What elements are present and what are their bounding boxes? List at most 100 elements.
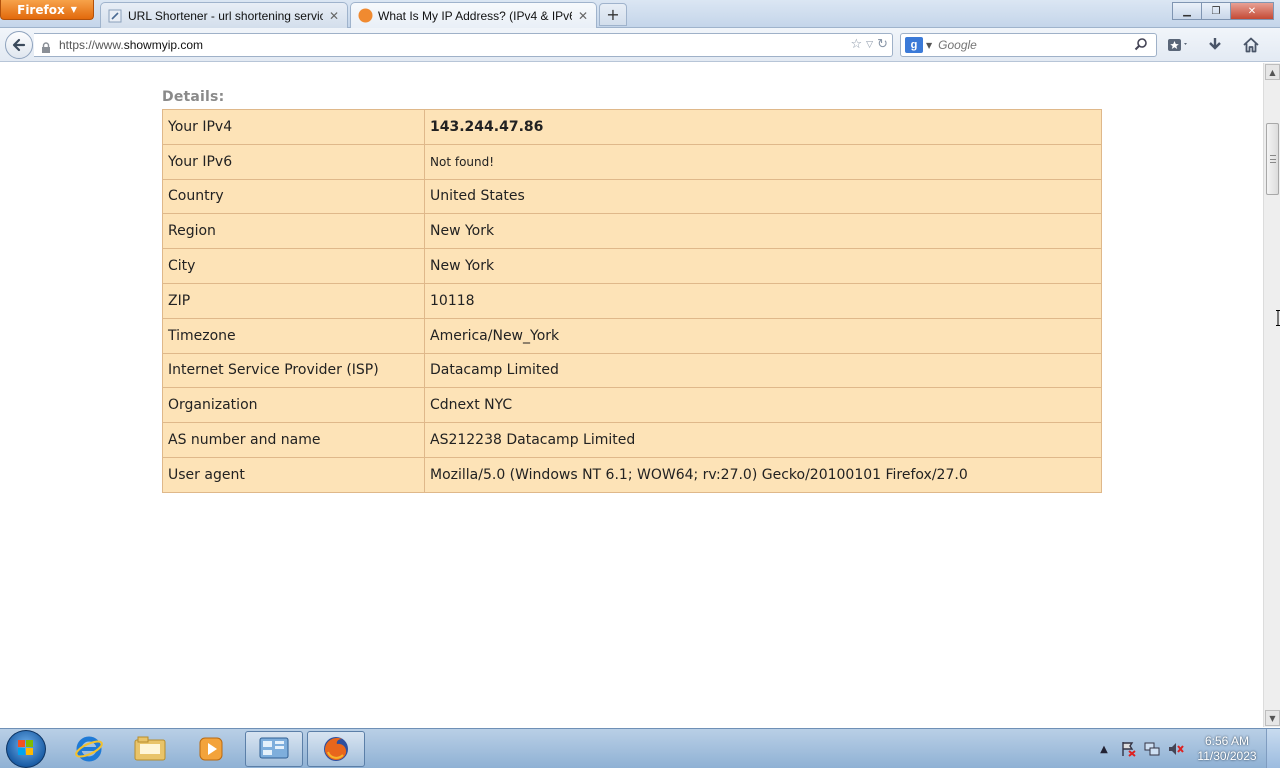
downloads-button[interactable] xyxy=(1202,34,1228,56)
home-button[interactable] xyxy=(1238,34,1264,56)
scrollbar-thumb[interactable] xyxy=(1266,123,1279,195)
minimize-button[interactable]: ▁ xyxy=(1172,2,1202,20)
close-window-button[interactable]: ✕ xyxy=(1230,2,1274,20)
row-key: User agent xyxy=(162,456,425,493)
link-icon xyxy=(107,8,123,24)
row-key: Country xyxy=(162,178,425,215)
ipv6-value: Not found! xyxy=(424,143,1102,180)
table-row: Region New York xyxy=(162,213,1102,250)
orange-circle-icon xyxy=(357,8,373,24)
toolbar-icons xyxy=(1166,34,1264,56)
minimize-icon: ▁ xyxy=(1183,5,1191,17)
table-row: Country United States xyxy=(162,178,1102,215)
row-key: Region xyxy=(162,213,425,250)
google-icon[interactable]: g xyxy=(905,37,923,53)
firefox-icon xyxy=(324,737,348,761)
row-key: Timezone xyxy=(162,317,425,354)
row-key: Your IPv4 xyxy=(162,109,425,145)
restore-icon: ❐ xyxy=(1211,5,1221,17)
row-key: ZIP xyxy=(162,282,425,319)
system-tray: ▲ 6:56 AM 11/30/2023 xyxy=(1092,729,1280,768)
row-value: Mozilla/5.0 (Windows NT 6.1; WOW64; rv:2… xyxy=(424,456,1102,493)
clock-time: 6:56 AM xyxy=(1204,734,1250,748)
new-tab-button[interactable]: + xyxy=(599,3,627,26)
taskbar-media-player[interactable] xyxy=(182,731,240,767)
show-hidden-icons-button[interactable]: ▲ xyxy=(1092,739,1116,759)
url-bar[interactable]: https://www.showmyip.com ☆ ▽ ↻ xyxy=(34,33,893,57)
clock[interactable]: 6:56 AM 11/30/2023 xyxy=(1188,734,1266,764)
row-value: 10118 xyxy=(424,282,1102,319)
search-bar[interactable]: g ▼ xyxy=(900,33,1157,57)
windows-taskbar: ▲ 6:56 AM 11/30/2023 xyxy=(0,728,1280,768)
table-row: Timezone America/New_York xyxy=(162,317,1102,354)
row-key: City xyxy=(162,248,425,284)
show-desktop-button[interactable] xyxy=(1266,729,1280,768)
firefox-menu-button[interactable]: Firefox ▼ xyxy=(0,0,94,20)
tab-title: URL Shortener - url shortening servic... xyxy=(128,8,323,23)
clock-date: 11/30/2023 xyxy=(1197,749,1257,763)
row-value: AS212238 Datacamp Limited xyxy=(424,422,1102,458)
text-cursor-icon xyxy=(1276,310,1280,326)
row-key: Internet Service Provider (ISP) xyxy=(162,352,425,389)
row-value: New York xyxy=(424,213,1102,250)
home-icon xyxy=(1243,37,1259,53)
restore-button[interactable]: ❐ xyxy=(1201,2,1231,20)
internet-explorer-icon xyxy=(75,736,103,762)
windows-logo-icon xyxy=(18,740,33,755)
bookmark-star-icon[interactable]: ☆ xyxy=(851,37,863,52)
table-row: Internet Service Provider (ISP) Datacamp… xyxy=(162,352,1102,389)
url-text: https://www.showmyip.com xyxy=(59,38,203,52)
close-icon: ✕ xyxy=(1247,5,1257,17)
search-icon[interactable] xyxy=(1134,36,1152,55)
lock-icon xyxy=(41,39,51,53)
close-tab-icon[interactable]: ✕ xyxy=(327,9,341,23)
window-controls: ▁ ❐ ✕ xyxy=(1172,2,1274,20)
scroll-up-button[interactable]: ▲ xyxy=(1265,64,1280,80)
page-content: Details: Your IPv4 143.244.47.86 Your IP… xyxy=(0,63,1263,727)
grip-icon xyxy=(1270,155,1276,163)
download-icon xyxy=(1209,38,1221,50)
close-tab-icon[interactable]: ✕ xyxy=(576,9,590,23)
url-bar-icons: ☆ ▽ ↻ xyxy=(851,37,888,52)
bookmarks-menu-button[interactable] xyxy=(1166,34,1192,56)
network-icon[interactable] xyxy=(1140,739,1164,759)
chevron-up-icon: ▲ xyxy=(1100,743,1108,755)
back-arrow-icon xyxy=(12,38,26,52)
action-center-icon[interactable] xyxy=(1116,739,1140,759)
taskbar-internet-explorer[interactable] xyxy=(60,731,118,767)
control-panel-icon xyxy=(259,737,289,759)
row-key: Your IPv6 xyxy=(162,143,425,180)
table-row: ZIP 10118 xyxy=(162,282,1102,319)
table-row: AS number and name AS212238 Datacamp Lim… xyxy=(162,422,1102,458)
volume-muted-icon[interactable] xyxy=(1164,739,1188,759)
history-dropdown-icon[interactable]: ▽ xyxy=(866,40,873,50)
tab-title: What Is My IP Address? (IPv4 & IPv6) ... xyxy=(378,8,572,23)
row-key: AS number and name xyxy=(162,422,425,458)
media-player-icon xyxy=(199,737,223,761)
taskbar-firefox[interactable] xyxy=(307,731,365,767)
row-key: Organization xyxy=(162,387,425,424)
chevron-down-icon[interactable]: ▼ xyxy=(926,41,932,50)
table-row: Your IPv4 143.244.47.86 xyxy=(162,109,1102,145)
back-button[interactable] xyxy=(5,31,33,59)
navigation-toolbar: https://www.showmyip.com ☆ ▽ ↻ g ▼ xyxy=(0,28,1280,62)
taskbar-control-panel[interactable] xyxy=(245,731,303,767)
tab-url-shortener[interactable]: URL Shortener - url shortening servic...… xyxy=(100,2,348,28)
taskbar-file-explorer[interactable] xyxy=(121,731,179,767)
scroll-down-button[interactable]: ▼ xyxy=(1265,710,1280,726)
screen: Firefox ▼ URL Shortener - url shortening… xyxy=(0,0,1280,768)
row-value: Datacamp Limited xyxy=(424,352,1102,389)
tab-what-is-my-ip[interactable]: What Is My IP Address? (IPv4 & IPv6) ...… xyxy=(350,2,597,28)
table-row: Organization Cdnext NYC xyxy=(162,387,1102,424)
start-button[interactable] xyxy=(6,730,46,768)
chevron-down-icon: ▼ xyxy=(70,5,77,14)
details-heading: Details: xyxy=(162,89,225,105)
url-host: showmyip.com xyxy=(123,38,204,52)
reload-icon[interactable]: ↻ xyxy=(877,37,888,52)
row-value: New York xyxy=(424,248,1102,284)
vertical-scrollbar[interactable]: ▲ ▼ xyxy=(1263,63,1280,727)
details-table: Your IPv4 143.244.47.86 Your IPv6 Not fo… xyxy=(162,109,1102,493)
row-value: Cdnext NYC xyxy=(424,387,1102,424)
search-input[interactable] xyxy=(938,38,1134,52)
folder-icon xyxy=(134,736,166,761)
